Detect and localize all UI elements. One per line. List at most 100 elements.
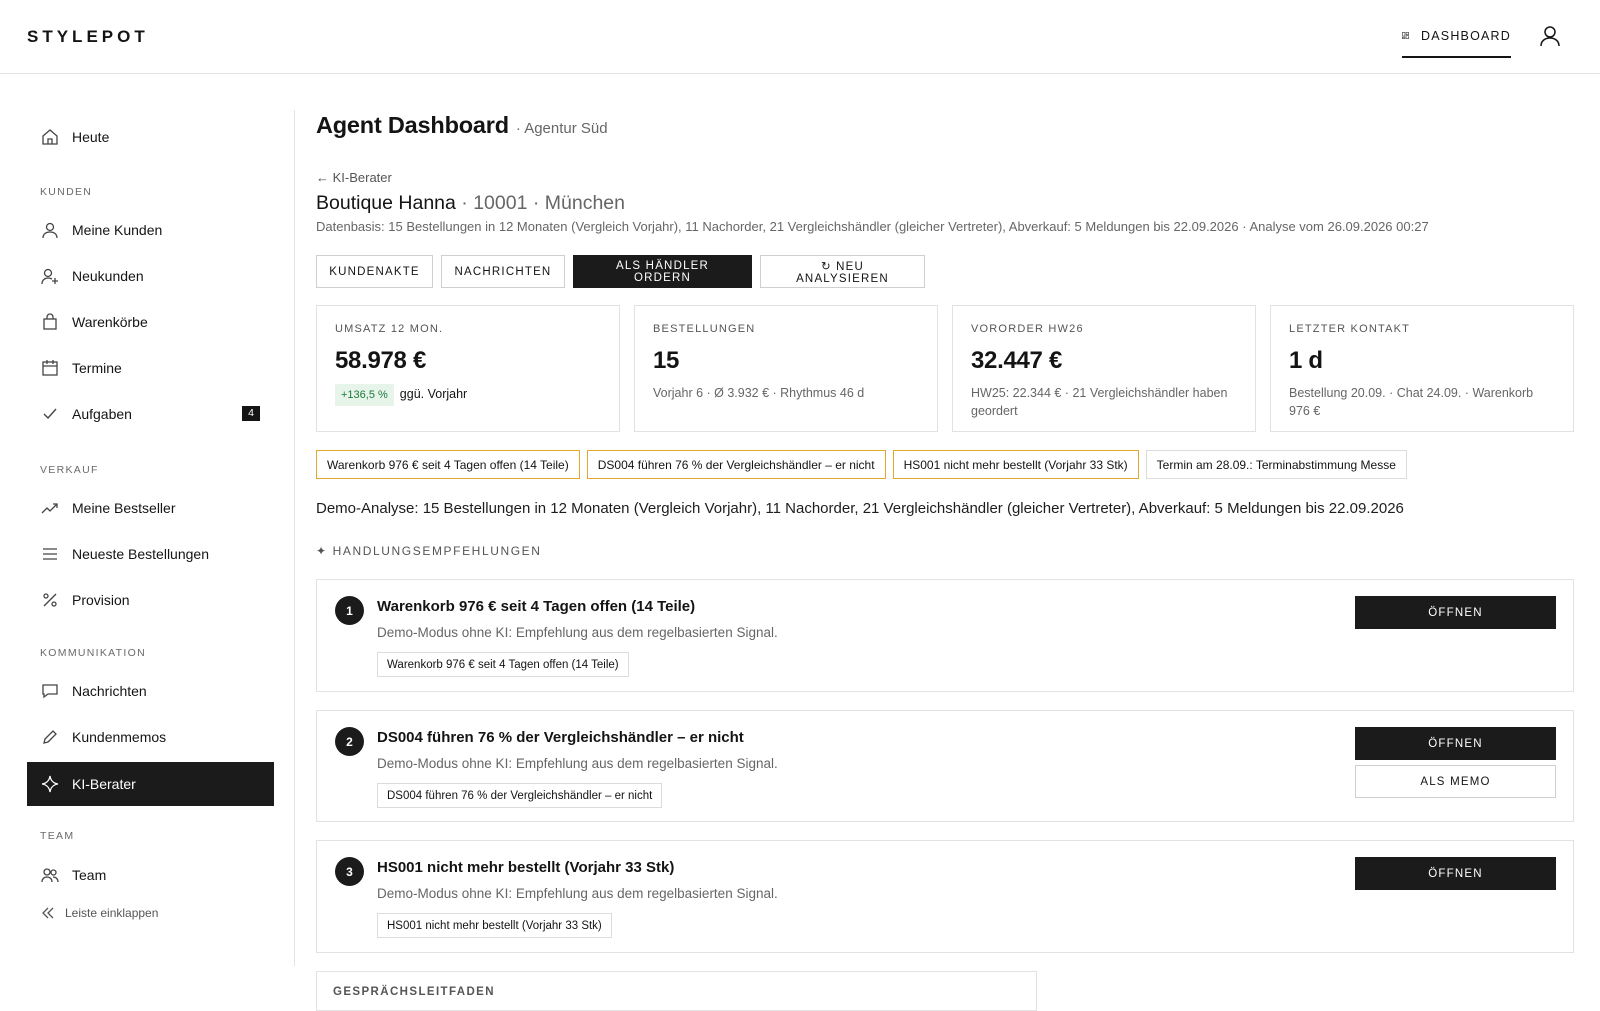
signal-chip[interactable]: Warenkorb 976 € seit 4 Tagen offen (14 T… xyxy=(316,450,580,479)
kpi-sub: HW25: 22.344 € · 21 Vergleichshändler ha… xyxy=(971,386,1228,418)
dashboard-link[interactable]: DASHBOARD xyxy=(1402,26,1511,58)
sidebar-item-label: Kundenmemos xyxy=(72,729,167,745)
home-icon xyxy=(42,129,58,145)
logo[interactable]: STYLEPOT xyxy=(27,27,149,47)
sidebar-item-meine-kunden[interactable]: Meine Kunden xyxy=(27,208,274,252)
recommendation-tag: DS004 führen 76 % der Vergleichshändler … xyxy=(377,783,663,808)
kundenakte-button[interactable]: KUNDENAKTE xyxy=(316,255,433,288)
delta-badge: +136,5 % xyxy=(335,384,394,406)
customer-heading: Boutique Hanna · 10001 · München xyxy=(316,192,625,215)
task-count-badge: 4 xyxy=(242,406,260,421)
sidebar-item-termine[interactable]: Termine xyxy=(27,346,274,390)
recommendation-card: 2 DS004 führen 76 % der Vergleichshändle… xyxy=(316,710,1574,822)
chat-icon xyxy=(42,684,58,699)
chevrons-left-icon xyxy=(42,907,54,919)
kpi-label: LETZTER KONTAKT xyxy=(1289,323,1411,335)
sidebar-item-label: Meine Bestseller xyxy=(72,500,176,516)
sidebar-item-label: Neueste Bestellungen xyxy=(72,546,209,562)
conversation-guide-title: GESPRÄCHSLEITFADEN xyxy=(333,986,495,998)
sidebar-item-bestellungen[interactable]: Neueste Bestellungen xyxy=(27,532,274,576)
sidebar-item-warenkoerbe[interactable]: Warenkörbe xyxy=(27,300,274,344)
signal-chip[interactable]: DS004 führen 76 % der Vergleichshändler … xyxy=(586,450,886,479)
customer-name: Boutique Hanna xyxy=(316,192,456,214)
signal-chip[interactable]: Termin am 28.09.: Terminabstimmung Messe xyxy=(1145,450,1407,479)
section-kommunikation: KOMMUNIKATION xyxy=(40,647,146,659)
nachrichten-button[interactable]: NACHRICHTEN xyxy=(441,255,565,288)
kpi-card-bestellungen: BESTELLUNGEN 15 Vorjahr 6 · Ø 3.932 € · … xyxy=(634,305,938,432)
recommendation-tag: Warenkorb 976 € seit 4 Tagen offen (14 T… xyxy=(377,652,629,677)
page-header: Agent Dashboard · Agentur Süd xyxy=(316,112,608,139)
recommendation-tag: HS001 nicht mehr bestellt (Vorjahr 33 St… xyxy=(377,913,612,938)
kpi-sub: Bestellung 20.09. · Chat 24.09. · Warenk… xyxy=(1289,386,1534,418)
sidebar-item-label: Aufgaben xyxy=(72,406,132,422)
sidebar-item-nachrichten[interactable]: Nachrichten xyxy=(27,669,274,713)
recommendation-number: 2 xyxy=(335,727,364,756)
kpi-value: 1 d xyxy=(1289,347,1323,374)
sidebar-item-bestseller[interactable]: Meine Bestseller xyxy=(27,486,274,530)
person-icon xyxy=(42,222,58,239)
recommendation-number: 1 xyxy=(335,596,364,625)
open-button[interactable]: ÖFFNEN xyxy=(1355,727,1556,760)
order-as-retailer-button[interactable]: ALS HÄNDLER ORDERN xyxy=(573,255,752,288)
sidebar-item-label: Neukunden xyxy=(72,268,144,284)
user-icon xyxy=(1540,26,1560,47)
recommendation-card: 3 HS001 nicht mehr bestellt (Vorjahr 33 … xyxy=(316,840,1574,953)
section-team: TEAM xyxy=(40,830,75,842)
kpi-value: 32.447 € xyxy=(971,347,1063,374)
signal-chip[interactable]: HS001 nicht mehr bestellt (Vorjahr 33 St… xyxy=(892,450,1139,479)
checkmark-icon xyxy=(43,408,57,420)
sidebar-item-aufgaben[interactable]: Aufgaben 4 xyxy=(27,392,274,436)
sidebar-item-provision[interactable]: Provision xyxy=(27,578,274,622)
kpi-card-umsatz: UMSATZ 12 MON. 58.978 € +136,5 % ggü. Vor… xyxy=(316,305,620,432)
conversation-guide-card: GESPRÄCHSLEITFADEN xyxy=(316,971,1037,1011)
sidebar-item-kundenmemos[interactable]: Kundenmemos xyxy=(27,715,274,759)
page-title: Agent Dashboard xyxy=(316,112,509,138)
sidebar-item-team[interactable]: Team xyxy=(27,853,274,897)
sidebar-item-heute[interactable]: Heute xyxy=(27,115,274,159)
sidebar-item-label: Team xyxy=(72,867,107,883)
recommendation-desc: Demo-Modus ohne KI: Empfehlung aus dem r… xyxy=(377,886,778,901)
save-as-memo-button[interactable]: ALS MEMO xyxy=(1355,765,1556,798)
signal-chips: Warenkorb 976 € seit 4 Tagen offen (14 T… xyxy=(316,450,1407,479)
kpi-card-vororder: VORORDER HW26 32.447 € HW25: 22.344 € · … xyxy=(952,305,1256,432)
open-button[interactable]: ÖFFNEN xyxy=(1355,857,1556,890)
list-icon xyxy=(43,548,57,560)
data-basis: Datenbasis: 15 Bestellungen in 12 Monate… xyxy=(316,219,1429,234)
recommendation-desc: Demo-Modus ohne KI: Empfehlung aus dem r… xyxy=(377,625,778,640)
collapse-sidebar-button[interactable]: Leiste einklappen xyxy=(41,906,158,920)
top-bar: STYLEPOT DASHBOARD xyxy=(0,0,1600,74)
kpi-sub: +136,5 % ggü. Vorjahr xyxy=(335,384,601,406)
open-button[interactable]: ÖFFNEN xyxy=(1355,596,1556,629)
percent-icon xyxy=(43,593,57,607)
kpi-sub-text: ggü. Vorjahr xyxy=(399,387,468,401)
shopping-bag-icon xyxy=(43,313,57,330)
recommendation-number: 3 xyxy=(335,857,364,886)
action-bar: KUNDENAKTE NACHRICHTEN ALS HÄNDLER ORDER… xyxy=(316,255,925,288)
collapse-label: Leiste einklappen xyxy=(65,906,159,920)
section-verkauf: VERKAUF xyxy=(40,464,99,476)
kpi-card-letzter-kontakt: LETZTER KONTAKT 1 d Bestellung 20.09. · … xyxy=(1270,305,1574,432)
sidebar-item-label: Heute xyxy=(72,129,110,145)
kpi-sub: Vorjahr 6 · Ø 3.932 € · Rhythmus 46 d xyxy=(653,386,865,400)
recommendation-title: DS004 führen 76 % der Vergleichshändler … xyxy=(377,729,744,746)
kpi-label: VORORDER HW26 xyxy=(971,323,1084,335)
sidebar-item-ki-berater[interactable]: KI-Berater xyxy=(27,762,274,806)
dashboard-icon xyxy=(1402,32,1409,39)
trending-up-icon xyxy=(41,503,58,514)
kpi-row: UMSATZ 12 MON. 58.978 € +136,5 % ggü. Vor… xyxy=(316,305,1574,432)
kpi-label: UMSATZ 12 MON. xyxy=(335,323,444,335)
section-kunden: KUNDEN xyxy=(40,186,93,198)
demo-analysis-text: Demo-Analyse: 15 Bestellungen in 12 Mona… xyxy=(316,500,1404,517)
recommendation-title: HS001 nicht mehr bestellt (Vorjahr 33 St… xyxy=(377,859,675,876)
recommendation-title: Warenkorb 976 € seit 4 Tagen offen (14 T… xyxy=(377,598,696,615)
kpi-value: 58.978 € xyxy=(335,347,427,374)
kpi-value: 15 xyxy=(653,347,680,374)
user-menu-button[interactable] xyxy=(1539,25,1563,49)
reanalyze-button[interactable]: ↻ NEU ANALYSIEREN xyxy=(760,255,925,288)
sidebar-item-label: Warenkörbe xyxy=(72,314,148,330)
sidebar-item-label: Termine xyxy=(72,360,122,376)
sidebar-item-neukunden[interactable]: Neukunden xyxy=(27,254,274,298)
recommendation-card: 1 Warenkorb 976 € seit 4 Tagen offen (14… xyxy=(316,579,1574,692)
calendar-icon xyxy=(42,360,58,376)
back-link[interactable]: ← KI-Berater xyxy=(316,170,392,185)
